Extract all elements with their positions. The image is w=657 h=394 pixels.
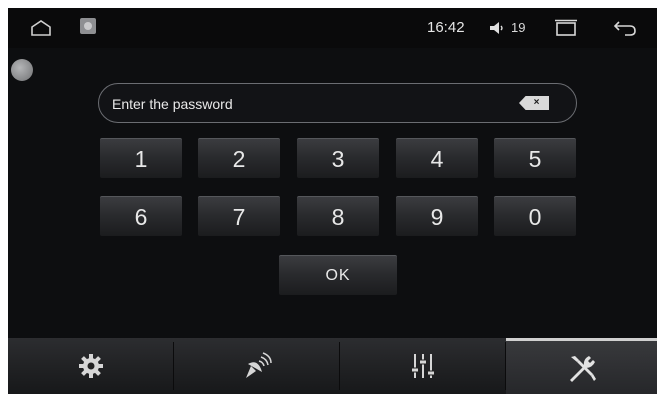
back-icon[interactable]	[613, 19, 637, 37]
key-3[interactable]: 3	[297, 138, 379, 178]
password-placeholder: Enter the password	[112, 96, 233, 112]
key-2[interactable]: 2	[198, 138, 280, 178]
key-0[interactable]: 0	[494, 196, 576, 236]
bottom-tab-bar	[8, 338, 657, 394]
home-icon[interactable]	[30, 20, 52, 36]
assistive-touch-button[interactable]	[11, 59, 33, 81]
key-6[interactable]: 6	[100, 196, 182, 236]
key-7[interactable]: 7	[198, 196, 280, 236]
backspace-icon[interactable]: ×	[519, 96, 549, 110]
gear-icon	[78, 354, 103, 378]
tab-settings[interactable]	[8, 338, 173, 394]
volume-level: 19	[511, 20, 526, 35]
clock: 16:42	[427, 19, 465, 36]
recent-apps-icon[interactable]	[554, 19, 578, 37]
equalizer-icon	[410, 354, 435, 378]
password-field[interactable]: Enter the password ×	[98, 83, 577, 123]
tab-tools[interactable]	[506, 338, 657, 394]
tab-equalizer[interactable]	[340, 338, 505, 394]
tools-icon	[569, 355, 596, 382]
key-1[interactable]: 1	[100, 138, 182, 178]
ok-button[interactable]: OK	[279, 255, 397, 295]
key-5[interactable]: 5	[494, 138, 576, 178]
key-4[interactable]: 4	[396, 138, 478, 178]
app-icon[interactable]	[80, 18, 96, 34]
key-8[interactable]: 8	[297, 196, 379, 236]
volume-icon[interactable]	[489, 20, 507, 36]
tab-gps[interactable]	[174, 338, 339, 394]
screen: 16:42 19 Enter the password × 1 2 3 4 5 …	[8, 8, 657, 394]
status-bar: 16:42 19	[8, 8, 657, 48]
backspace-label: ×	[533, 97, 540, 108]
key-9[interactable]: 9	[396, 196, 478, 236]
satellite-icon	[245, 352, 272, 378]
